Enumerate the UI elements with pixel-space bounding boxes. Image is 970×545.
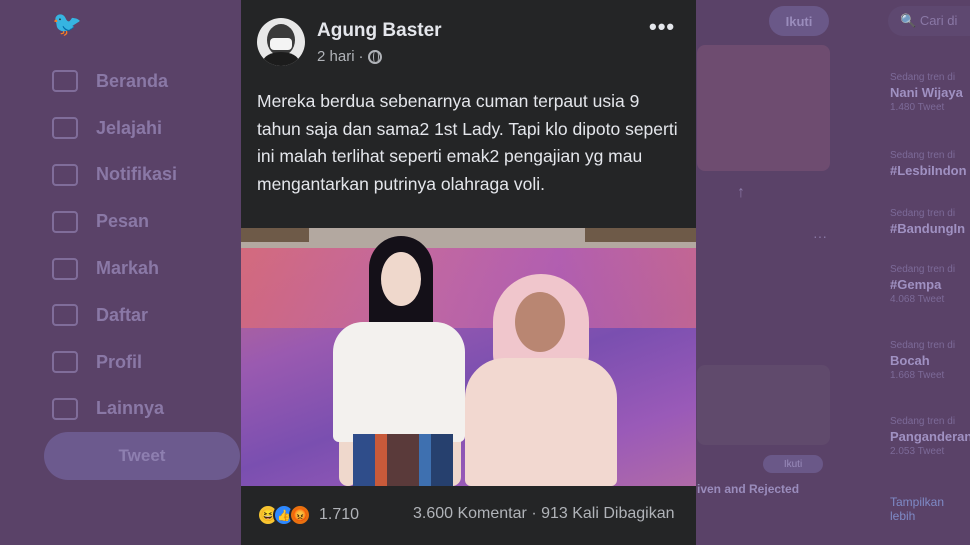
nav-item-profile[interactable]: Profil bbox=[52, 339, 177, 386]
avatar[interactable] bbox=[257, 18, 305, 66]
list-icon bbox=[52, 304, 78, 327]
trend-label: Sedang tren di bbox=[890, 416, 956, 427]
more-circle-icon bbox=[52, 397, 78, 420]
share-icon[interactable]: ↑ bbox=[737, 184, 745, 202]
search-input[interactable]: 🔍 Cari di bbox=[888, 6, 970, 36]
angry-reaction-icon: 😡 bbox=[289, 504, 311, 526]
trend-count: 4.068 Tweet bbox=[890, 294, 945, 305]
shares-count[interactable]: 913 Kali Dibagikan bbox=[541, 505, 674, 522]
trend-label: Sedang tren di bbox=[890, 72, 956, 83]
trend-item[interactable]: Sedang tren di #BandungIn bbox=[890, 208, 965, 236]
trend-title: Nani Wijaya bbox=[890, 85, 963, 100]
globe-icon bbox=[367, 49, 382, 64]
follow-button[interactable]: Ikuti bbox=[769, 6, 829, 36]
more-icon[interactable]: ··· bbox=[813, 228, 827, 244]
stats-separator: · bbox=[531, 505, 537, 522]
nav-label: Pesan bbox=[96, 211, 150, 232]
trend-title: Panganderan bbox=[890, 429, 970, 444]
home-icon bbox=[52, 70, 78, 93]
nav-item-lists[interactable]: Daftar bbox=[52, 292, 177, 339]
trend-count: 2.053 Tweet bbox=[890, 446, 945, 457]
comments-count[interactable]: 3.600 Komentar bbox=[413, 505, 527, 522]
nav-item-messages[interactable]: Pesan bbox=[52, 198, 177, 245]
nav-label: Notifikasi bbox=[96, 164, 178, 185]
nav-label: Jelajahi bbox=[96, 117, 163, 138]
nav-label: Beranda bbox=[96, 70, 169, 91]
hashtag-icon bbox=[52, 117, 78, 140]
nav-label: Profil bbox=[96, 351, 143, 372]
trend-count: 1.668 Tweet bbox=[890, 370, 945, 381]
trend-label: Sedang tren di bbox=[890, 264, 956, 275]
twitter-logo-icon[interactable]: 🐦 bbox=[52, 10, 82, 38]
timeline-caption: iven and Rejected bbox=[697, 482, 800, 496]
nav-item-bookmarks[interactable]: Markah bbox=[52, 245, 177, 292]
trend-label: Sedang tren di bbox=[890, 208, 956, 219]
nav-item-more[interactable]: Lainnya bbox=[52, 386, 177, 433]
reactions-count: 1.710 bbox=[319, 506, 360, 523]
reactions-summary[interactable]: 😆 👍 😡 1.710 bbox=[257, 504, 359, 526]
trend-label: Sedang tren di bbox=[890, 340, 956, 351]
facebook-post-card: Agung Baster 2 hari · ••• Mereka berdua … bbox=[241, 0, 696, 545]
more-options-icon[interactable]: ••• bbox=[649, 14, 675, 40]
nav-item-home[interactable]: Beranda bbox=[52, 58, 177, 105]
search-placeholder: Cari di bbox=[919, 13, 958, 28]
post-meta: 2 hari · bbox=[317, 48, 382, 65]
nav-item-explore[interactable]: Jelajahi bbox=[52, 105, 177, 152]
post-photo[interactable] bbox=[241, 228, 696, 486]
nav-label: Lainnya bbox=[96, 398, 165, 419]
trend-title: #BandungIn bbox=[890, 221, 966, 236]
trend-label: Sedang tren di bbox=[890, 150, 956, 161]
trend-title: Bocah bbox=[890, 353, 930, 368]
follow-button-small[interactable]: Ikuti bbox=[763, 455, 823, 473]
bookmark-icon bbox=[52, 257, 78, 280]
trend-item[interactable]: Sedang tren di Panganderan 2.053 Tweet bbox=[890, 416, 970, 457]
trend-title: #Gempa bbox=[890, 277, 942, 292]
trend-count: 1.480 Tweet bbox=[890, 102, 945, 113]
trend-item[interactable]: Sedang tren di Nani Wijaya 1.480 Tweet bbox=[890, 72, 963, 113]
twitter-nav: Beranda Jelajahi Notifikasi Pesan Markah… bbox=[52, 58, 177, 432]
tweet-button[interactable]: Tweet bbox=[44, 432, 240, 480]
nav-item-notifications[interactable]: Notifikasi bbox=[52, 152, 177, 199]
twitter-sidebar: 🐦 Beranda Jelajahi Notifikasi Pesan Mark… bbox=[0, 0, 240, 545]
timeline-image[interactable] bbox=[697, 45, 830, 171]
profile-icon bbox=[52, 351, 78, 374]
post-stats: 3.600 Komentar · 913 Kali Dibagikan bbox=[413, 505, 675, 523]
meta-separator: · bbox=[358, 48, 364, 65]
twitter-trends: 🔍 Cari di Sedang tren di Nani Wijaya 1.480… bbox=[880, 0, 970, 545]
trend-item[interactable]: Sedang tren di #LesbiIndon bbox=[890, 150, 967, 178]
bell-icon bbox=[52, 163, 78, 186]
timeline-image[interactable] bbox=[697, 365, 830, 445]
post-time[interactable]: 2 hari bbox=[317, 48, 355, 65]
twitter-timeline-strip: Ikuti ↑ ··· Ikuti iven and Rejected bbox=[697, 0, 830, 545]
trend-title: #LesbiIndon bbox=[890, 163, 967, 178]
trend-item[interactable]: Sedang tren di Bocah 1.668 Tweet bbox=[890, 340, 955, 381]
trend-item[interactable]: Sedang tren di #Gempa 4.068 Tweet bbox=[890, 264, 955, 305]
mail-icon bbox=[52, 210, 78, 233]
nav-label: Markah bbox=[96, 258, 160, 279]
author-name[interactable]: Agung Baster bbox=[317, 20, 442, 42]
post-header: Agung Baster 2 hari · ••• bbox=[241, 0, 696, 80]
post-text: Mereka berdua sebenarnya cuman terpaut u… bbox=[257, 91, 678, 194]
show-more-link[interactable]: Tampilkan lebih bbox=[890, 495, 970, 523]
nav-label: Daftar bbox=[96, 304, 149, 325]
